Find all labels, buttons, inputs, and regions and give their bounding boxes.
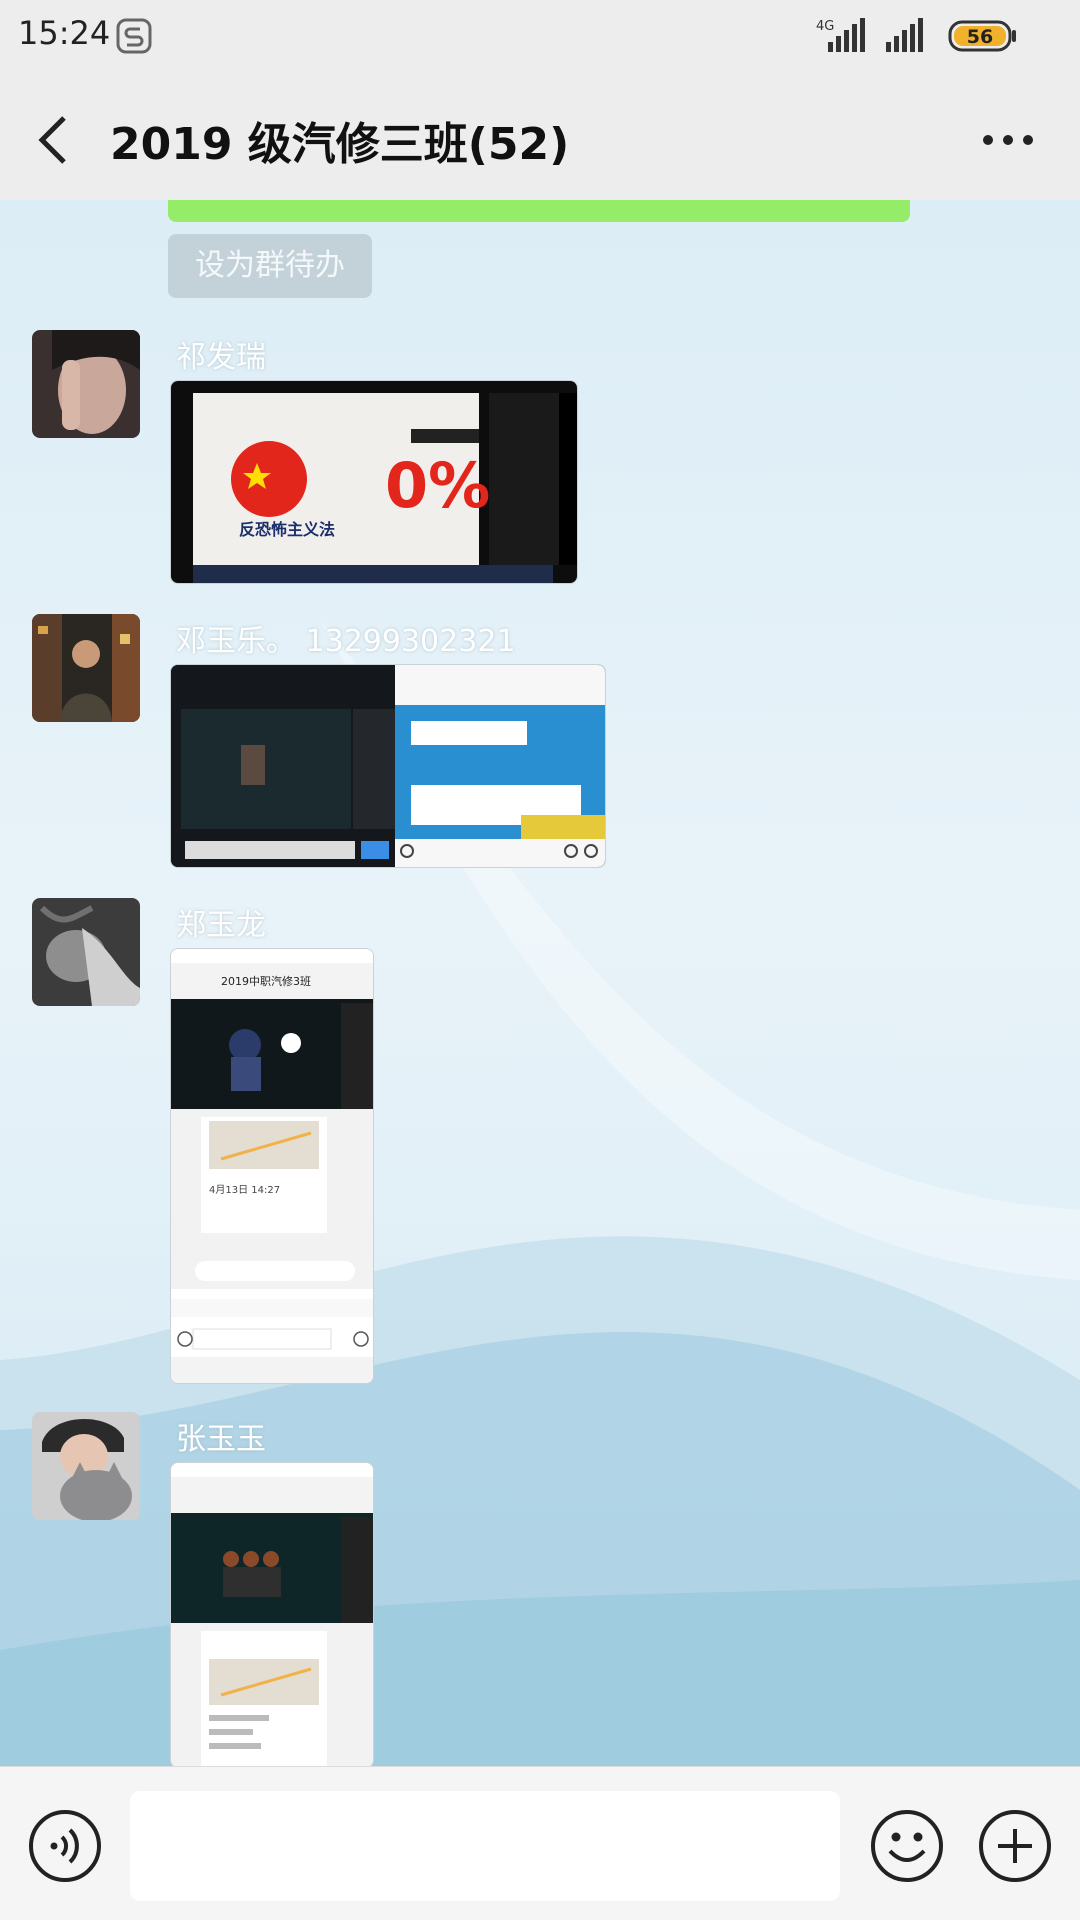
more-dots-icon[interactable] bbox=[980, 128, 1036, 152]
image-message[interactable]: 2019中职汽修3班 4月13日 14:27 bbox=[170, 948, 374, 1384]
image-message[interactable]: 0% 反恐怖主义法 bbox=[170, 380, 578, 584]
avatar[interactable] bbox=[32, 1412, 140, 1520]
avatar[interactable] bbox=[32, 330, 140, 438]
sender-name: 郑玉龙 bbox=[176, 908, 266, 943]
status-icons: 4G 56 bbox=[816, 18, 1016, 52]
image-message[interactable] bbox=[170, 664, 606, 868]
chevron-left-icon[interactable] bbox=[34, 112, 74, 168]
chat-header: 2019 级汽修三班(52) bbox=[0, 70, 1080, 200]
avatar[interactable] bbox=[32, 898, 140, 1006]
image-message[interactable] bbox=[170, 1462, 374, 1766]
battery-level: 56 bbox=[967, 26, 993, 48]
sender-name: 张玉玉 bbox=[176, 1422, 266, 1457]
voice-icon[interactable] bbox=[28, 1809, 102, 1883]
image-overlay-text: 0% bbox=[385, 449, 490, 522]
image-caption: 反恐怖主义法 bbox=[239, 520, 335, 539]
plus-icon[interactable] bbox=[978, 1809, 1052, 1883]
image-time-label: 4月13日 14:27 bbox=[209, 1184, 280, 1196]
sender-name: 祁发瑞 bbox=[176, 340, 266, 375]
chat-title: 2019 级汽修三班(52) bbox=[110, 119, 570, 170]
signal-icon-2 bbox=[886, 18, 923, 52]
chat-area[interactable]: 设为群待办 祁发瑞 0% 反恐怖主义法 邓玉乐。 13299302321 郑玉龙… bbox=[0, 200, 1080, 1766]
image-top-bar-title: 2019中职汽修3班 bbox=[221, 974, 311, 988]
set-group-todo-button[interactable]: 设为群待办 bbox=[168, 234, 372, 298]
sender-name: 邓玉乐。 13299302321 bbox=[176, 624, 516, 659]
network-type-label: 4G bbox=[816, 19, 834, 34]
avatar[interactable] bbox=[32, 614, 140, 722]
battery-icon: 56 bbox=[948, 20, 1016, 52]
status-time: 15:24 bbox=[18, 14, 111, 52]
status-bar: 15:24 4G 56 bbox=[0, 0, 1080, 70]
my-message-bubble[interactable] bbox=[168, 200, 910, 222]
input-bar bbox=[0, 1766, 1080, 1920]
notification-s-icon bbox=[116, 18, 152, 54]
emoji-icon[interactable] bbox=[870, 1809, 944, 1883]
message-input[interactable] bbox=[130, 1791, 840, 1901]
